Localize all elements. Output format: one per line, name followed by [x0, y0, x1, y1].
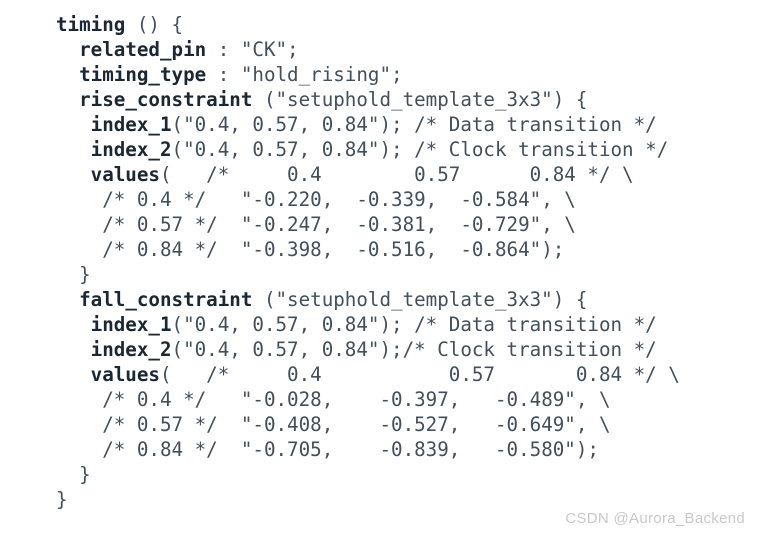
code-keyword: related_pin [79, 38, 207, 61]
code-line: timing_type : "hold_rising"; [56, 62, 756, 87]
code-line: values( /* 0.4 0.57 0.84 */ \ [56, 362, 756, 387]
code-text: /* 0.57 */ "-0.247, -0.381, -0.729", \ [102, 213, 576, 236]
code-keyword: index_2 [90, 138, 172, 161]
code-keyword: timing_type [79, 63, 207, 86]
code-line: } [56, 487, 756, 512]
code-text: } [79, 263, 91, 286]
code-text: /* 0.4 */ "-0.028, -0.397, -0.489", \ [102, 388, 611, 411]
code-line: index_1("0.4, 0.57, 0.84"); /* Data tran… [56, 312, 756, 337]
code-text: /* 0.84 */ "-0.705, -0.839, -0.580"); [102, 438, 599, 461]
code-keyword: values [90, 363, 160, 386]
code-line: rise_constraint ("setuphold_template_3x3… [56, 87, 756, 112]
code-line: fall_constraint ("setuphold_template_3x3… [56, 287, 756, 312]
code-text: ( /* 0.4 0.57 0.84 */ \ [159, 363, 680, 386]
code-keyword: fall_constraint [79, 288, 253, 311]
code-line: /* 0.84 */ "-0.398, -0.516, -0.864"); [56, 237, 756, 262]
code-keyword: values [90, 163, 160, 186]
code-line: index_1("0.4, 0.57, 0.84"); /* Data tran… [56, 112, 756, 137]
code-line: /* 0.4 */ "-0.220, -0.339, -0.584", \ [56, 187, 756, 212]
code-text: } [56, 488, 68, 511]
code-line: related_pin : "CK"; [56, 37, 756, 62]
code-line: /* 0.57 */ "-0.247, -0.381, -0.729", \ [56, 212, 756, 237]
code-text: /* 0.57 */ "-0.408, -0.527, -0.649", \ [102, 413, 611, 436]
code-text: ("0.4, 0.57, 0.84");/* Clock transition … [171, 338, 657, 361]
code-text: /* 0.4 */ "-0.220, -0.339, -0.584", \ [102, 188, 576, 211]
code-text: } [79, 463, 91, 486]
code-text: /* 0.84 */ "-0.398, -0.516, -0.864"); [102, 238, 565, 261]
code-text: ( /* 0.4 0.57 0.84 */ \ [159, 163, 634, 186]
code-line: /* 0.4 */ "-0.028, -0.397, -0.489", \ [56, 387, 756, 412]
code-text: () { [125, 13, 184, 36]
code-line: } [56, 262, 756, 287]
code-line: } [56, 462, 756, 487]
code-text: : "hold_rising"; [206, 63, 403, 86]
code-block: timing () { related_pin : "CK"; timing_t… [56, 12, 756, 512]
csdn-watermark: CSDN @Aurora_Backend [565, 510, 745, 527]
code-line: /* 0.57 */ "-0.408, -0.527, -0.649", \ [56, 412, 756, 437]
code-keyword: index_1 [90, 113, 172, 136]
screenshot-root: timing () { related_pin : "CK"; timing_t… [0, 0, 759, 540]
code-keyword: index_1 [90, 313, 172, 336]
code-text: ("0.4, 0.57, 0.84"); /* Clock transition… [171, 138, 669, 161]
code-line: index_2("0.4, 0.57, 0.84"); /* Clock tra… [56, 137, 756, 162]
code-text: ("0.4, 0.57, 0.84"); /* Data transition … [171, 113, 657, 136]
code-line: timing () { [56, 12, 756, 37]
code-text: ("0.4, 0.57, 0.84"); /* Data transition … [171, 313, 657, 336]
code-text: ("setuphold_template_3x3") { [252, 88, 588, 111]
code-line: /* 0.84 */ "-0.705, -0.839, -0.580"); [56, 437, 756, 462]
code-keyword: rise_constraint [79, 88, 253, 111]
code-line: values( /* 0.4 0.57 0.84 */ \ [56, 162, 756, 187]
code-line: index_2("0.4, 0.57, 0.84");/* Clock tran… [56, 337, 756, 362]
code-keyword: timing [56, 13, 126, 36]
code-text: ("setuphold_template_3x3") { [252, 288, 588, 311]
code-keyword: index_2 [90, 338, 172, 361]
code-text: : "CK"; [206, 38, 299, 61]
